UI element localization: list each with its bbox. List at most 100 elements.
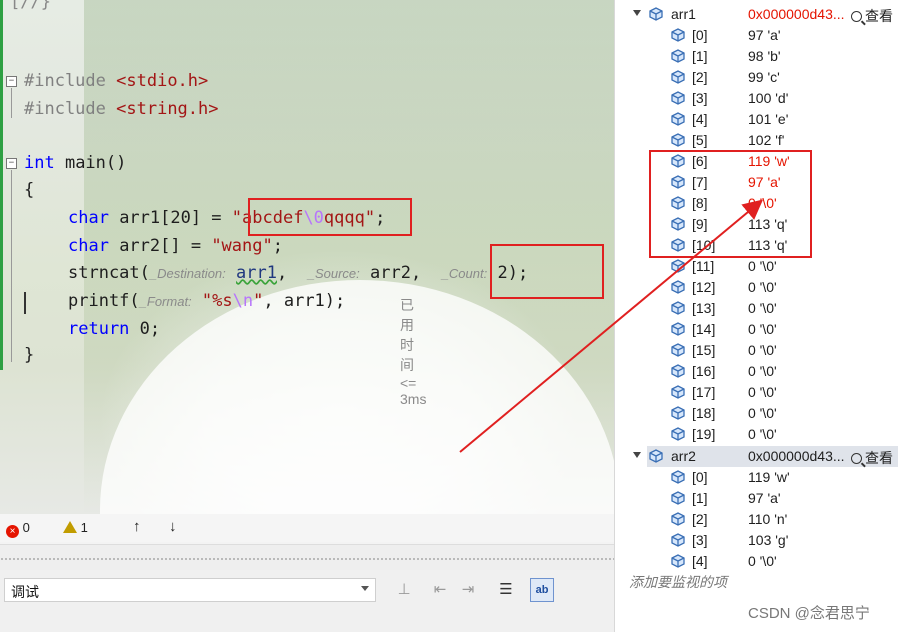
element-value: 0 '\0' [748, 426, 777, 442]
variable-icon [671, 133, 685, 147]
element-index: [1] [692, 490, 708, 506]
element-value: 0 '\0' [748, 321, 777, 337]
code-editor[interactable]: [//} − #include <stdio.h> #include <stri… [0, 0, 614, 514]
go-to-previous-message-icon[interactable]: ⇤ [428, 578, 452, 602]
splitter-grip [0, 557, 614, 561]
element-value: 0 '\0' [748, 258, 777, 274]
watch-row-element[interactable]: [1] 98 'b' [615, 46, 898, 67]
code-line-fragment: [//} [10, 0, 51, 12]
annotation-box-arr1-string [248, 198, 412, 236]
watch-row-element[interactable]: [0] 119 'w' [615, 467, 898, 488]
element-value: 103 'g' [748, 532, 789, 548]
variable-icon [671, 28, 685, 42]
element-value: 101 'e' [748, 111, 789, 127]
element-value: 119 'w' [748, 469, 790, 485]
output-source-select[interactable]: 调试 [4, 578, 376, 602]
element-index: [18] [692, 405, 716, 421]
param-hint-destination: _Destination: [149, 266, 226, 281]
variable-icon [671, 70, 685, 84]
fold-guide [11, 170, 12, 362]
watch-value: 0x000000d43... [748, 6, 845, 22]
variable-icon [649, 449, 663, 463]
watch-row-element[interactable]: [5] 102 'f' [615, 130, 898, 151]
variable-icon [671, 91, 685, 105]
variable-icon [671, 491, 685, 505]
element-index: [0] [692, 469, 708, 485]
element-index: [4] [692, 111, 708, 127]
watch-row-element[interactable]: [15] 0 '\0' [615, 340, 898, 361]
code-line-include-string: #include <string.h> [24, 99, 219, 119]
variable-icon [671, 427, 685, 441]
code-line-arr2: char arr2[] = "wang"; [68, 236, 283, 256]
watch-row-element[interactable]: [2] 110 'n' [615, 509, 898, 530]
previous-issue-button[interactable]: ↑ [133, 518, 141, 535]
watch-value: 0x000000d43... [748, 448, 845, 464]
collapse-arrow-icon[interactable] [633, 452, 641, 458]
collapse-arrow-icon[interactable] [633, 10, 641, 16]
watch-row-arr1[interactable]: arr1 0x000000d43... 查看 [615, 4, 898, 25]
error-count[interactable]: × 0 [6, 520, 30, 538]
element-value: 0 '\0' [748, 342, 777, 358]
find-message-in-code-icon[interactable]: ⊥ [392, 578, 416, 602]
watch-window[interactable]: arr1 0x000000d43... 查看 [0] 97 'a' [1] 98 'b… [614, 0, 898, 632]
element-index: [11] [692, 258, 715, 274]
element-index: [4] [692, 553, 708, 569]
element-index: [16] [692, 363, 716, 379]
variable-icon [671, 554, 685, 568]
element-index: [17] [692, 384, 716, 400]
watch-row-element[interactable]: [3] 103 'g' [615, 530, 898, 551]
elapsed-time-perftip[interactable]: 已用时间 <= 3ms [400, 295, 426, 407]
watch-row-element[interactable]: [12] 0 '\0' [615, 277, 898, 298]
variable-icon [671, 533, 685, 547]
fold-guide [11, 88, 12, 118]
clear-all-icon[interactable]: ☰ [494, 578, 518, 602]
go-to-next-message-icon[interactable]: ⇥ [456, 578, 480, 602]
element-value: 0 '\0' [748, 405, 777, 421]
watch-row-element[interactable]: [17] 0 '\0' [615, 382, 898, 403]
watch-row-element[interactable]: [4] 101 'e' [615, 109, 898, 130]
chevron-down-icon [361, 586, 369, 591]
element-index: [2] [692, 511, 708, 527]
code-line-strncat: strncat(_Destination: arr1, _Source: arr… [68, 263, 529, 283]
watch-row-element[interactable]: [3] 100 'd' [615, 88, 898, 109]
watch-row-element[interactable]: [16] 0 '\0' [615, 361, 898, 382]
fold-toggle-icon[interactable]: − [6, 158, 17, 169]
param-hint-source: _Source: [307, 266, 360, 281]
element-value: 0 '\0' [748, 553, 777, 569]
variable-icon [671, 112, 685, 126]
watch-row-element[interactable]: [14] 0 '\0' [615, 319, 898, 340]
watermark: CSDN @念君思宁 [748, 605, 870, 622]
code-line-brace-close: } [24, 345, 35, 365]
variable-icon [671, 343, 685, 357]
watch-row-element[interactable]: [18] 0 '\0' [615, 403, 898, 424]
panel-splitter[interactable] [0, 544, 614, 571]
watch-row-element[interactable]: [11] 0 '\0' [615, 256, 898, 277]
watch-row-element[interactable]: [1] 97 'a' [615, 488, 898, 509]
text-visualizer-button[interactable]: 查看 [851, 448, 893, 468]
watch-name: arr2 [671, 448, 696, 464]
element-value: 97 'a' [748, 27, 781, 43]
variable-icon [671, 259, 685, 273]
element-value: 0 '\0' [748, 279, 777, 295]
watch-row-arr2[interactable]: arr2 0x000000d43... 查看 [647, 446, 898, 467]
code-line-brace-open: { [24, 180, 35, 200]
text-visualizer-button[interactable]: 查看 [851, 6, 893, 26]
warning-count[interactable]: 1 [63, 520, 88, 535]
watch-row-element[interactable]: [13] 0 '\0' [615, 298, 898, 319]
toggle-word-wrap-icon[interactable]: ab [530, 578, 554, 602]
element-index: [0] [692, 27, 708, 43]
element-index: [3] [692, 90, 708, 106]
add-watch-item[interactable]: 添加要监视的项 [629, 572, 727, 592]
code-line-printf: printf(_Format: "%s\n", arr1); [68, 291, 346, 311]
watch-row-element[interactable]: [2] 99 'c' [615, 67, 898, 88]
watch-row-element[interactable]: [4] 0 '\0' [615, 551, 898, 572]
element-value: 0 '\0' [748, 363, 777, 379]
element-index: [5] [692, 132, 708, 148]
change-tracking-bar [0, 0, 3, 370]
magnifier-icon [851, 11, 862, 22]
fold-toggle-icon[interactable]: − [6, 76, 17, 87]
code-line-include-stdio: #include <stdio.h> [24, 71, 209, 91]
watch-row-element[interactable]: [19] 0 '\0' [615, 424, 898, 445]
watch-row-element[interactable]: [0] 97 'a' [615, 25, 898, 46]
next-issue-button[interactable]: ↓ [169, 518, 177, 535]
